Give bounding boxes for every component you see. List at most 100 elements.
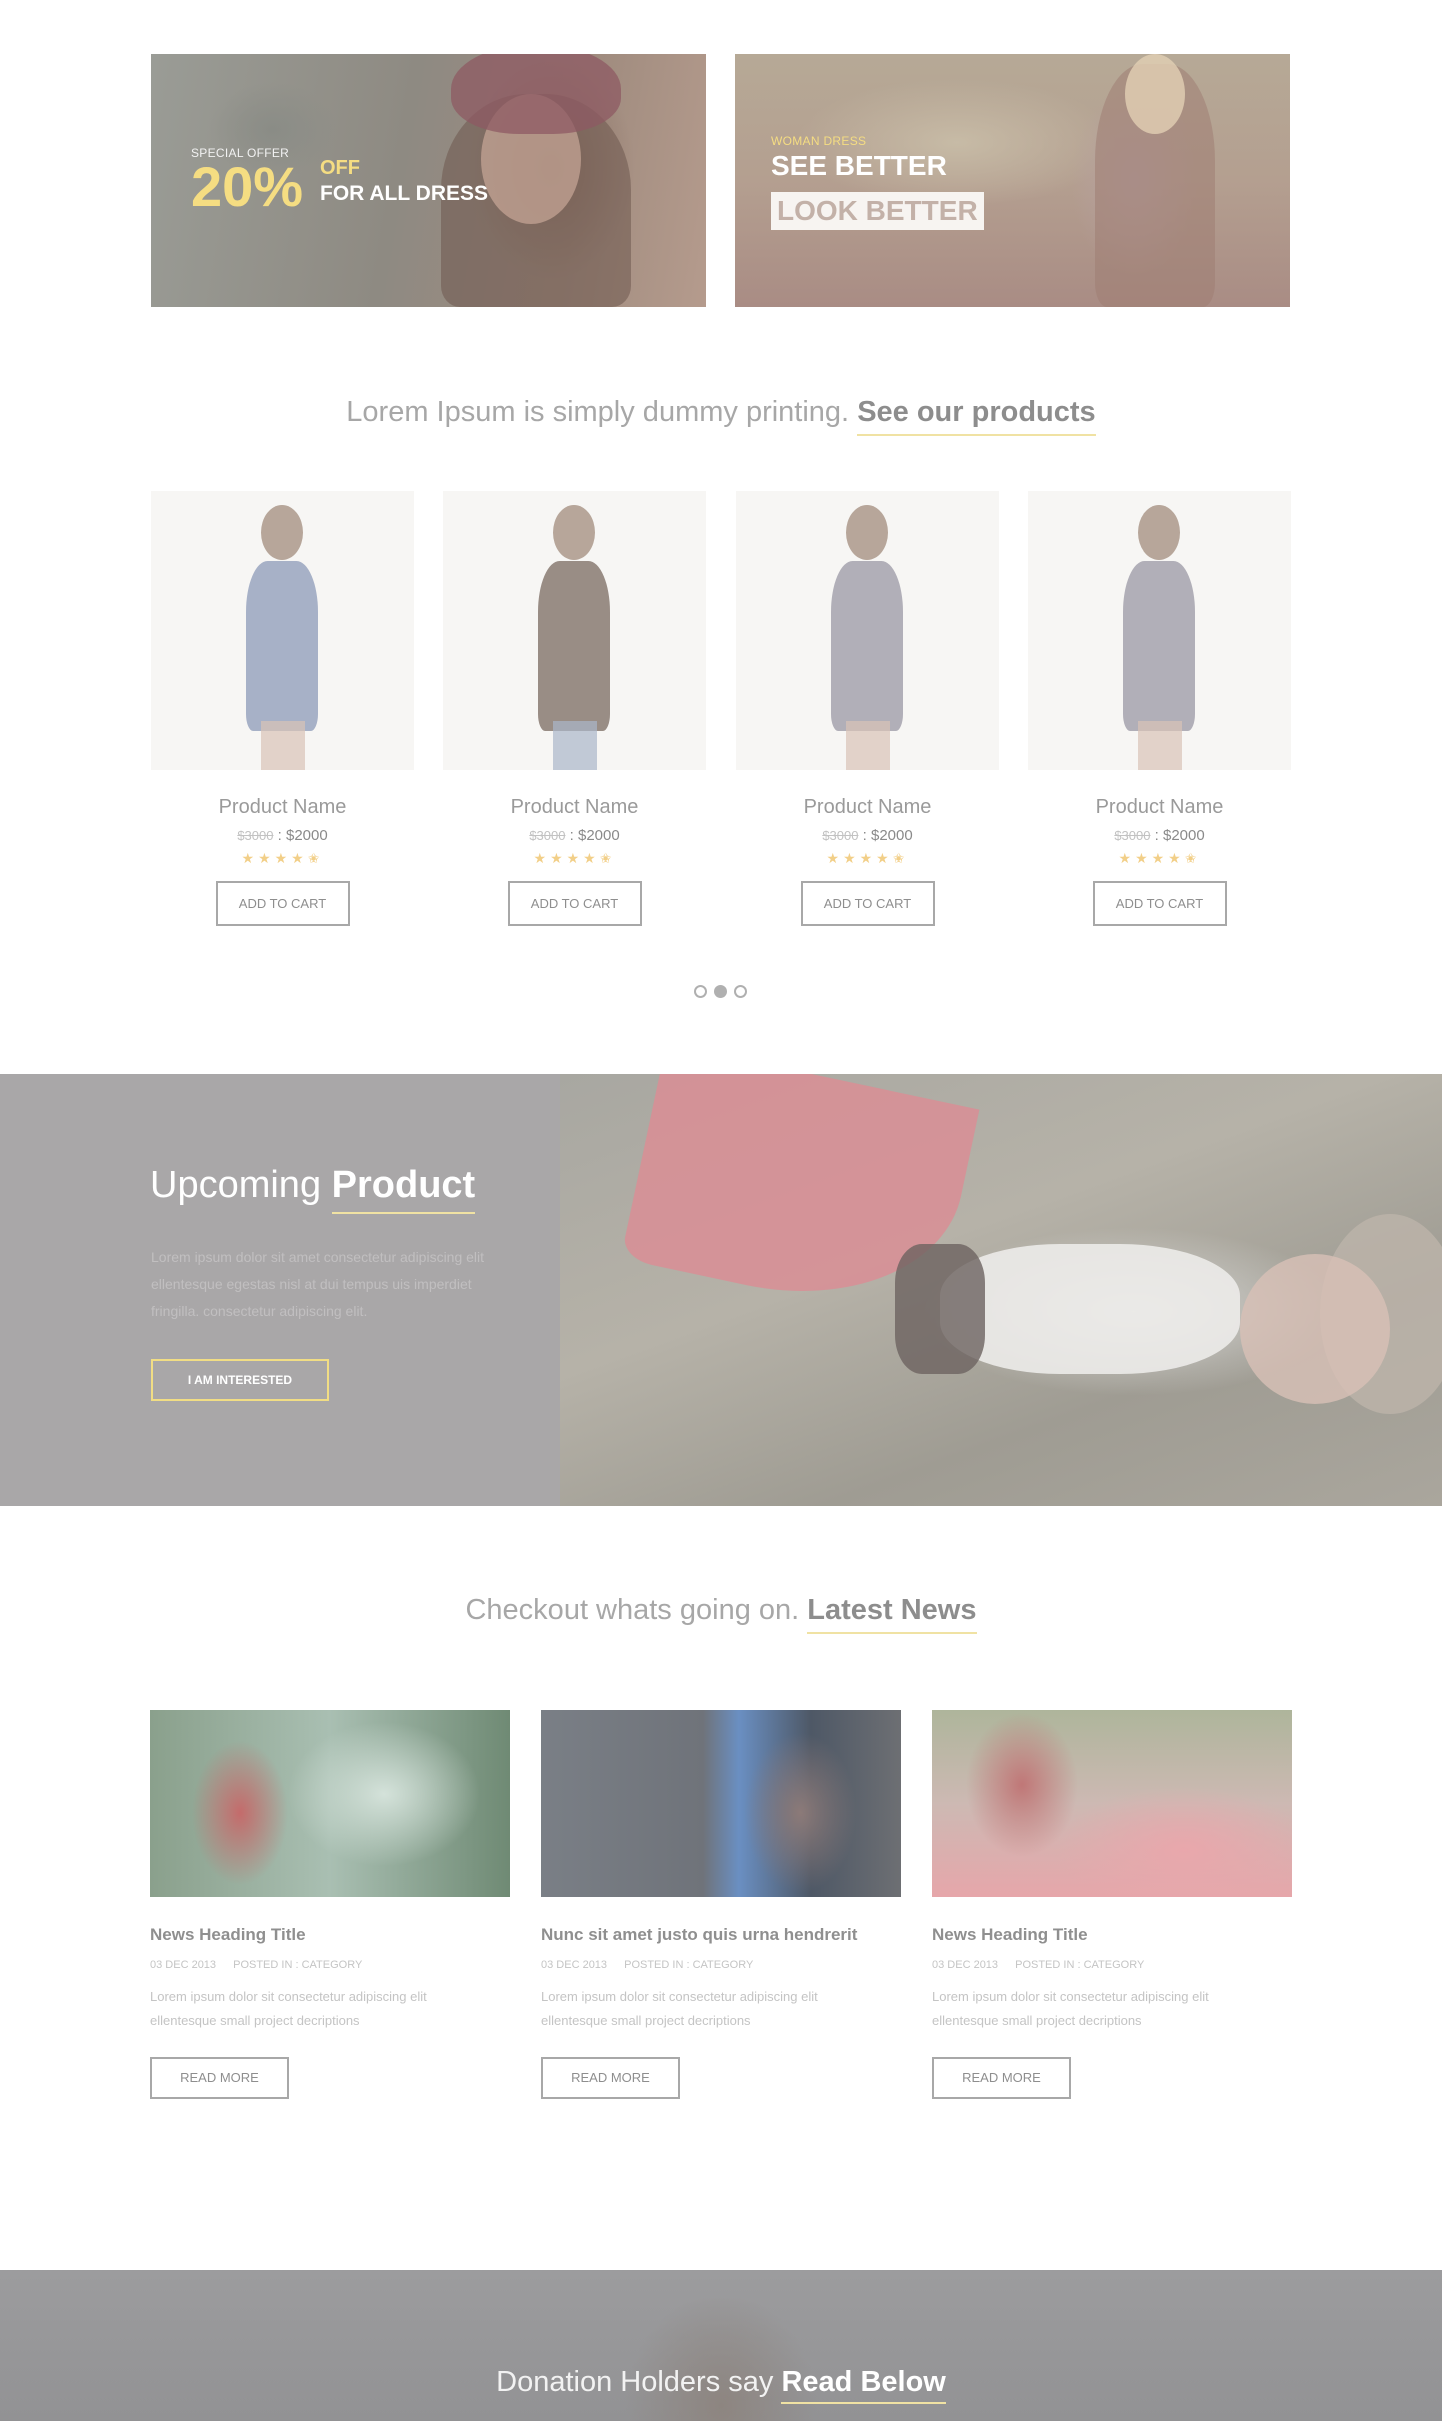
news-heading: Checkout whats going on. Latest News — [0, 1594, 1442, 1634]
news-card: News Heading Title 03 DEC 2013 POSTED IN… — [150, 1710, 510, 2099]
star-rating: ★★★★✬ — [826, 850, 909, 866]
carousel-dot-3[interactable] — [734, 985, 747, 998]
carousel-dot-2[interactable] — [714, 985, 727, 998]
product-price: $3000 : $2000 — [151, 827, 414, 844]
star-rating: ★★★★✬ — [241, 850, 324, 866]
news-category[interactable]: POSTED IN : CATEGORY — [624, 1959, 753, 1971]
model-face — [1240, 1254, 1390, 1404]
news-excerpt: Lorem ipsum dolor sit consectetur adipis… — [932, 1989, 1209, 2028]
product-image[interactable] — [151, 491, 414, 770]
news-category[interactable]: POSTED IN : CATEGORY — [233, 1959, 362, 1971]
news-category[interactable]: POSTED IN : CATEGORY — [1015, 1959, 1144, 1971]
hat-image — [451, 54, 621, 134]
product-image[interactable] — [443, 491, 706, 770]
read-more-button[interactable]: READ MORE — [150, 2057, 289, 2099]
dress-shape — [538, 561, 610, 731]
model-legs — [553, 721, 597, 770]
model-belt — [895, 1244, 985, 1374]
products-heading: Lorem Ipsum is simply dummy printing. Se… — [0, 396, 1442, 436]
product-name[interactable]: Product Name — [443, 796, 706, 819]
news-title[interactable]: News Heading Title — [932, 1925, 1292, 1945]
product-card: Product Name $3000 : $2000 ★★★★✬ ADD TO … — [443, 491, 706, 926]
carousel-pagination — [694, 985, 754, 999]
offer-tagline: FOR ALL DRESS — [320, 182, 489, 205]
star-rating: ★★★★✬ — [1118, 850, 1201, 866]
news-title[interactable]: News Heading Title — [150, 1925, 510, 1945]
new-price: : $2000 — [277, 827, 328, 844]
model-legs — [846, 721, 890, 770]
product-price: $3000 : $2000 — [736, 827, 999, 844]
donation-title: Donation Holders say Read Below — [0, 2366, 1442, 2404]
dress-shape — [1123, 561, 1195, 731]
news-date: 03 DEC 2013 — [932, 1959, 999, 1971]
news-image[interactable] — [932, 1710, 1292, 1897]
donation-testimonials-section: Donation Holders say Read Below — [0, 2270, 1442, 2421]
upcoming-product-section: Upcoming Product Lorem ipsum dolor sit a… — [0, 1074, 1442, 1506]
news-card: Nunc sit amet justo quis urna hendrerit … — [541, 1710, 901, 2099]
read-more-button[interactable]: READ MORE — [541, 2057, 680, 2099]
read-more-button[interactable]: READ MORE — [932, 2057, 1071, 2099]
carousel-dot-1[interactable] — [694, 985, 707, 998]
model-torso — [940, 1244, 1240, 1374]
model-head — [261, 505, 303, 560]
product-card: Product Name $3000 : $2000 ★★★★✬ ADD TO … — [736, 491, 999, 926]
upcoming-title-light: Upcoming — [150, 1164, 322, 1206]
news-image[interactable] — [541, 1710, 901, 1897]
banner-subheadline: LOOK BETTER — [771, 192, 984, 230]
old-price: $3000 — [529, 828, 566, 843]
product-card: Product Name $3000 : $2000 ★★★★✬ ADD TO … — [1028, 491, 1291, 926]
offer-off: OFF — [320, 157, 360, 179]
dress-label: WOMAN DRESS — [771, 134, 867, 148]
banner-headline: SEE BETTER — [771, 150, 947, 181]
model-head — [553, 505, 595, 560]
product-image[interactable] — [1028, 491, 1291, 770]
offer-percent: 20% — [191, 155, 304, 218]
promo-banner-woman-dress[interactable]: WOMAN DRESS SEE BETTER LOOK BETTER — [735, 54, 1290, 307]
old-price: $3000 — [822, 828, 859, 843]
promo-banner-special-offer[interactable]: SPECIAL OFFER 20% OFF FOR ALL DRESS — [151, 54, 706, 307]
add-to-cart-button[interactable]: ADD TO CART — [507, 881, 642, 926]
product-name[interactable]: Product Name — [151, 796, 414, 819]
new-price: : $2000 — [569, 827, 620, 844]
news-heading-light: Checkout whats going on. — [465, 1594, 800, 1626]
i-am-interested-button[interactable]: I AM INTERESTED — [151, 1359, 329, 1401]
product-image[interactable] — [736, 491, 999, 770]
model-face — [1125, 54, 1185, 134]
news-date: 03 DEC 2013 — [541, 1959, 608, 1971]
new-price: : $2000 — [862, 827, 913, 844]
news-card: News Heading Title 03 DEC 2013 POSTED IN… — [932, 1710, 1292, 2099]
model-legs — [1138, 721, 1182, 770]
product-name[interactable]: Product Name — [736, 796, 999, 819]
upcoming-title-strong: Product — [331, 1164, 476, 1214]
add-to-cart-button[interactable]: ADD TO CART — [800, 881, 935, 926]
add-to-cart-button[interactable]: ADD TO CART — [1092, 881, 1227, 926]
news-meta: 03 DEC 2013 POSTED IN : CATEGORY — [932, 1959, 1292, 1971]
upcoming-title: Upcoming Product — [150, 1164, 476, 1214]
news-excerpt: Lorem ipsum dolor sit consectetur adipis… — [541, 1989, 818, 2028]
news-meta: 03 DEC 2013 POSTED IN : CATEGORY — [541, 1959, 901, 1971]
product-name[interactable]: Product Name — [1028, 796, 1291, 819]
product-price: $3000 : $2000 — [1028, 827, 1291, 844]
star-rating: ★★★★✬ — [533, 850, 616, 866]
products-heading-light: Lorem Ipsum is simply dummy printing. — [346, 396, 850, 428]
news-date: 03 DEC 2013 — [150, 1959, 217, 1971]
news-meta: 03 DEC 2013 POSTED IN : CATEGORY — [150, 1959, 510, 1971]
news-excerpt: Lorem ipsum dolor sit consectetur adipis… — [150, 1989, 427, 2028]
news-heading-strong[interactable]: Latest News — [807, 1594, 977, 1634]
new-price: : $2000 — [1154, 827, 1205, 844]
news-image[interactable] — [150, 1710, 510, 1897]
dress-shape — [831, 561, 903, 731]
donation-title-strong[interactable]: Read Below — [781, 2366, 946, 2404]
upcoming-hero-image — [560, 1074, 1442, 1506]
news-title[interactable]: Nunc sit amet justo quis urna hendrerit — [541, 1925, 901, 1945]
product-card: Product Name $3000 : $2000 ★★★★✬ ADD TO … — [151, 491, 414, 926]
old-price: $3000 — [1114, 828, 1151, 843]
product-price: $3000 : $2000 — [443, 827, 706, 844]
upcoming-description: Lorem ipsum dolor sit amet consectetur a… — [151, 1249, 485, 1319]
add-to-cart-button[interactable]: ADD TO CART — [215, 881, 350, 926]
model-legs — [261, 721, 305, 770]
donation-title-light: Donation Holders say — [496, 2366, 774, 2398]
products-heading-strong[interactable]: See our products — [857, 396, 1096, 436]
dress-shape — [246, 561, 318, 731]
old-price: $3000 — [237, 828, 274, 843]
